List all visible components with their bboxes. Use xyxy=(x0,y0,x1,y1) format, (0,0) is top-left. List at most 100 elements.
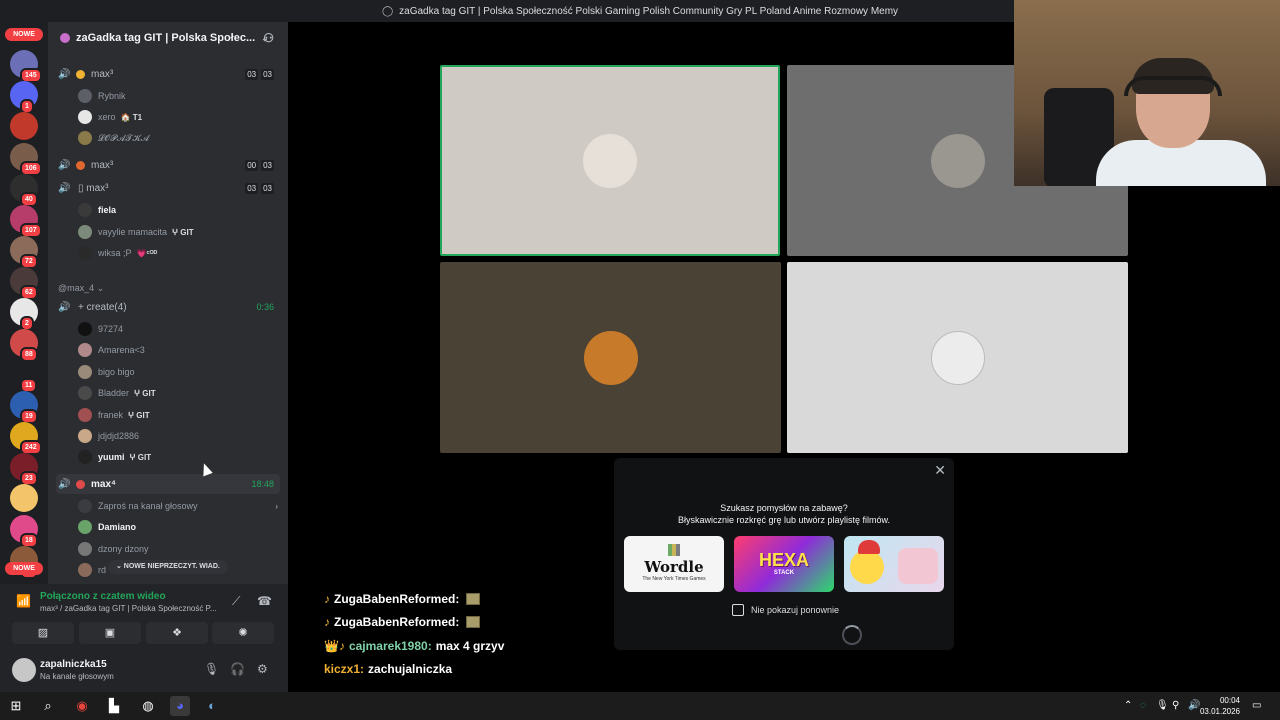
activities-button[interactable]: ❖ xyxy=(146,622,208,644)
network-icon[interactable]: ⚲ xyxy=(1172,700,1179,711)
game-art xyxy=(898,548,938,584)
camera-off-button[interactable]: ▨ xyxy=(12,622,74,644)
new-badge-top[interactable]: NOWE xyxy=(5,28,43,41)
user-tag: ⵖ GIT xyxy=(172,227,194,237)
voice-user[interactable]: Damiano xyxy=(78,517,136,537)
chat-username: cajmarek1980: xyxy=(348,639,432,653)
channel-name: max³ xyxy=(91,159,114,171)
user-tag: ⵖ GIT xyxy=(129,452,152,462)
search-icon[interactable]: ⌕ xyxy=(38,696,58,716)
voice-user[interactable]: Amarena<3 xyxy=(78,340,145,360)
tray-app-icon[interactable]: ◌ xyxy=(1140,700,1146,711)
chat-username: ZugaBabenReformed: xyxy=(334,615,460,629)
voice-user[interactable]: franek ⵖ GIT xyxy=(78,405,150,425)
speaker-icon: 🔊 xyxy=(58,478,71,490)
game-card-hexa[interactable]: HEXA STACK xyxy=(734,536,834,592)
dont-show-checkbox[interactable] xyxy=(732,604,744,616)
voice-channel-create[interactable]: 🔊 + create(4) 0:36 xyxy=(56,297,280,317)
voice-channel-max3-b[interactable]: 🔊 max³ 00 03 xyxy=(56,155,280,175)
voice-user[interactable]: jdjdjd2886 xyxy=(78,426,139,446)
avatar[interactable] xyxy=(12,658,36,682)
video-tile[interactable] xyxy=(787,262,1128,453)
user-name: dzony dzony xyxy=(98,544,149,554)
voice-user[interactable]: 97274 xyxy=(78,319,123,339)
windows-start-icon[interactable]: ⊞ xyxy=(6,696,26,716)
add-member-icon[interactable]: ⚇ xyxy=(263,31,274,45)
discord-status-icon: ◯ xyxy=(381,5,394,17)
voice-user[interactable]: Rybnik xyxy=(78,86,126,106)
new-badge-bottom[interactable]: NOWE xyxy=(5,562,43,575)
user-name: jdjdjd2886 xyxy=(98,431,140,441)
clock[interactable]: 00:04 03.01.2026 xyxy=(1200,695,1240,717)
voice-user[interactable]: rd xyxy=(78,560,106,580)
voice-channel-max3-a[interactable]: 🔊 max³ 03 03 xyxy=(56,64,280,84)
channel-timer: 18:48 xyxy=(251,479,274,489)
chat-line: kiczx1: zachujalniczka xyxy=(324,661,452,677)
user-name: Amarena<3 xyxy=(98,345,145,355)
speaker-icon: 🔊 xyxy=(58,182,71,194)
voice-user[interactable]: dzony dzony xyxy=(78,539,149,559)
notification-icon[interactable]: ▭ xyxy=(1252,700,1261,711)
user-count: 03 xyxy=(245,68,259,80)
user-name: rd xyxy=(98,565,107,575)
user-tag: 🏠 T1 xyxy=(120,112,143,122)
mic-icon[interactable]: 🎙 xyxy=(204,662,219,676)
new-unread-pill[interactable]: ⌄ NOWE NIEPRZECZYT. WIAD. xyxy=(108,560,228,574)
noise-suppression-icon[interactable]: ⟋ xyxy=(232,594,240,609)
taskbar: ⊞ ⌕ ◉ ▙ ◍ ◕ ◐ ⌃ ◌ 🎙 ⚲ 🔊 00:04 03.01.2026… xyxy=(0,692,1280,720)
voice-user[interactable]: wiksa ;P 💗ᶜᴼᴰ xyxy=(78,243,157,263)
voice-channel-max4[interactable]: 🔊 max⁴ 18:48 xyxy=(56,474,280,494)
video-tile-speaking[interactable] xyxy=(440,65,780,256)
popup-subheading: Błyskawicznie rozkręć grę lub utwórz pla… xyxy=(677,515,891,525)
media-app-icon[interactable]: ▙ xyxy=(104,696,124,716)
share-screen-button[interactable]: ▣ xyxy=(79,622,141,644)
game-title: Wordle xyxy=(644,558,704,576)
user-name[interactable]: zapalniczka15 xyxy=(40,659,107,670)
app-icon[interactable]: ◍ xyxy=(138,696,158,716)
participant-avatar xyxy=(930,133,985,188)
voice-user[interactable]: 𝓛𝓞𝓟𝓐𝓣𝓚𝓐 xyxy=(78,128,149,148)
voice-user[interactable]: yuumi ⵖ GIT xyxy=(78,447,151,467)
disconnect-icon[interactable]: ☎ xyxy=(257,594,272,608)
chrome-icon[interactable]: ◉ xyxy=(72,696,92,716)
voice-status-subtitle[interactable]: max³ / zaGadka tag GIT | Polska Społeczn… xyxy=(40,604,220,613)
popup-heading: Szukasz pomysłów na zabawę? xyxy=(720,503,848,513)
close-icon[interactable]: ✕ xyxy=(934,462,946,479)
voice-status-title: Połączono z czatem wideo xyxy=(40,591,166,602)
channel-emoji-icon xyxy=(76,479,85,489)
voice-user[interactable]: bigo bigo xyxy=(78,362,135,382)
discord-icon[interactable]: ◕ xyxy=(170,696,190,716)
emote-icon xyxy=(466,616,481,628)
user-name: yuumi xyxy=(98,452,125,462)
crown-icon: 👑♪ xyxy=(324,639,345,653)
emote-icon xyxy=(466,593,481,605)
volume-icon[interactable]: 🔊 xyxy=(1188,700,1200,711)
soundboard-button[interactable]: ✺ xyxy=(212,622,274,644)
tray-overflow-icon[interactable]: ⌃ xyxy=(1124,700,1132,711)
game-card-wordle[interactable]: Wordle The New York Times Games xyxy=(624,536,724,592)
chat-line: ♪ ZugaBabenReformed: xyxy=(324,591,481,607)
loading-spinner-icon xyxy=(842,625,862,645)
settings-gear-icon[interactable]: ⚙ xyxy=(257,662,268,676)
voice-user[interactable]: fiela xyxy=(78,200,116,220)
invite-to-voice-button[interactable]: Zaproś na kanał głosowy › xyxy=(78,496,278,516)
dont-show-label[interactable]: Nie pokazuj ponownie xyxy=(751,605,839,615)
server-icon[interactable] xyxy=(10,484,38,512)
voice-user[interactable]: xero 🏠 T1 xyxy=(78,107,142,127)
video-tile[interactable] xyxy=(440,262,781,453)
chick-character-icon xyxy=(850,550,884,584)
signal-icon[interactable]: 📶 xyxy=(16,594,31,608)
voice-user[interactable]: Bladder ⵖ GIT xyxy=(78,383,156,403)
server-icon[interactable] xyxy=(10,112,38,140)
user-panel: zapalniczka15 Na kanale głosowym 🎙 🎧 ⚙ xyxy=(0,650,288,692)
headphones-icon[interactable]: 🎧 xyxy=(230,662,245,676)
voice-user[interactable]: vayylie mamacita ⵖ GIT xyxy=(78,222,194,242)
steam-icon[interactable]: ◐ xyxy=(202,696,222,716)
game-card-chick[interactable] xyxy=(844,536,944,592)
guild-header[interactable]: zaGadka tag GIT | Polska Społec... ⌄ ⚇ xyxy=(48,22,288,54)
user-name: Damiano xyxy=(98,522,137,532)
mic-tray-icon[interactable]: 🎙 xyxy=(1156,700,1169,711)
voice-channel-max3-c[interactable]: 🔊 ▯ max³ 03 03 xyxy=(56,178,280,198)
category-header[interactable]: @max_4 ⌄ xyxy=(58,283,104,294)
game-subtitle: STACK xyxy=(773,570,795,576)
